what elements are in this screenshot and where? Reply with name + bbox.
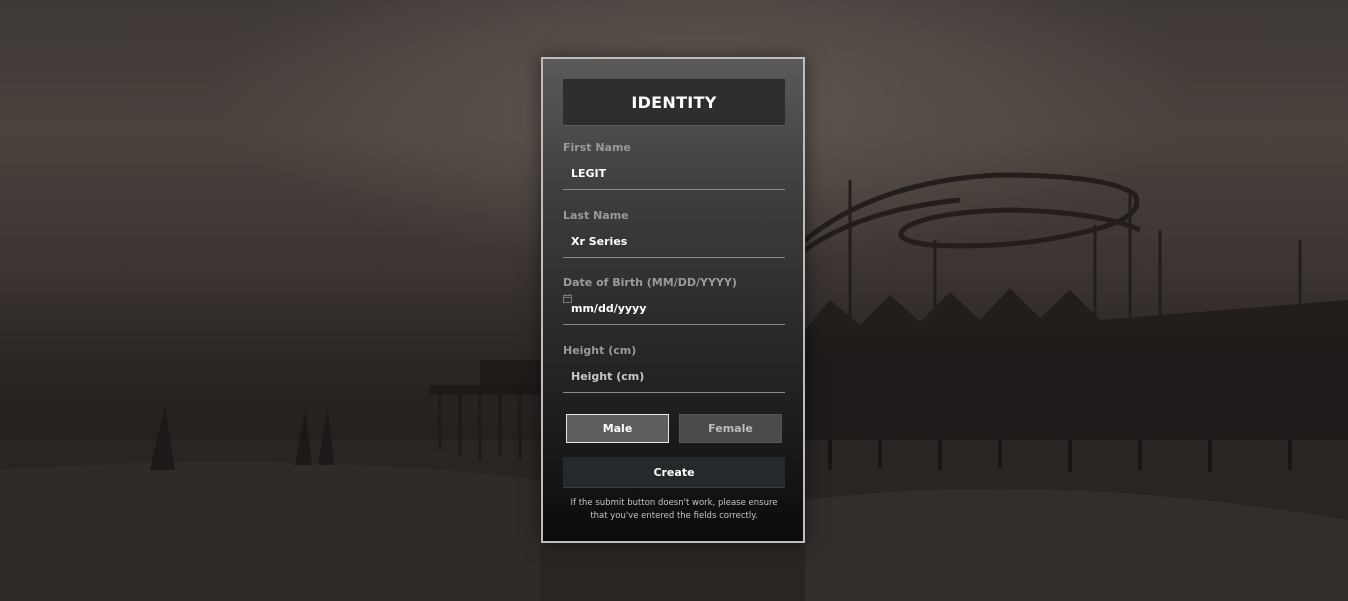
dob-placeholder: mm/dd/yyyy — [571, 302, 647, 315]
male-button[interactable]: Male — [566, 414, 669, 443]
height-placeholder: Height (cm) — [571, 370, 645, 383]
height-label: Height (cm) — [563, 344, 637, 357]
calendar-icon[interactable] — [563, 294, 572, 303]
background-scene: IDENTITY First Name LEGIT Last Name Xr S… — [0, 0, 1348, 601]
help-note-line-1: If the submit button doesn't work, pleas… — [570, 498, 778, 508]
last-name-label: Last Name — [563, 209, 629, 222]
last-name-input[interactable]: Xr Series — [563, 227, 785, 258]
dob-input[interactable]: mm/dd/yyyy — [563, 294, 785, 325]
dob-label: Date of Birth (MM/DD/YYYY) — [563, 276, 737, 289]
identity-panel: IDENTITY First Name LEGIT Last Name Xr S… — [541, 57, 805, 543]
female-button[interactable]: Female — [679, 414, 782, 443]
first-name-value: LEGIT — [571, 167, 607, 180]
panel-title: IDENTITY — [631, 92, 717, 112]
create-button[interactable]: Create — [563, 457, 785, 488]
help-note: If the submit button doesn't work, pleas… — [557, 497, 791, 523]
first-name-label: First Name — [563, 141, 631, 154]
last-name-value: Xr Series — [571, 235, 628, 248]
panel-header: IDENTITY — [563, 79, 785, 126]
help-note-line-2: that you've entered the fields correctly… — [590, 511, 758, 521]
height-input[interactable]: Height (cm) — [563, 362, 785, 393]
first-name-input[interactable]: LEGIT — [563, 159, 785, 190]
